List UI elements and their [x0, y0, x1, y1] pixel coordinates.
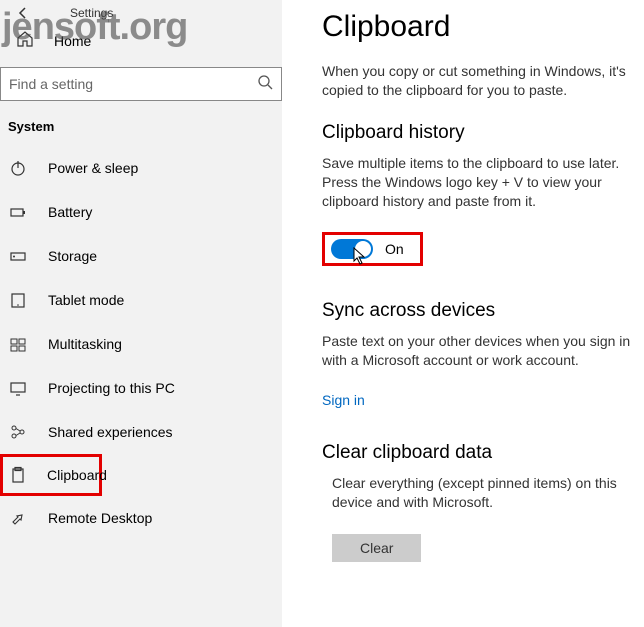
search-icon	[257, 74, 273, 95]
shared-icon	[8, 422, 28, 442]
home-label: Home	[54, 33, 91, 49]
history-desc: Save multiple items to the clipboard to …	[322, 154, 644, 211]
search-input[interactable]	[9, 76, 257, 92]
home-icon	[16, 30, 34, 51]
projecting-icon	[8, 378, 28, 398]
sidebar-item-label: Tablet mode	[48, 292, 124, 308]
clear-button[interactable]: Clear	[332, 534, 421, 562]
back-icon[interactable]	[16, 6, 34, 20]
sidebar-item-label: Remote Desktop	[48, 510, 152, 526]
history-toggle[interactable]	[331, 239, 373, 259]
sidebar-item-remote[interactable]: Remote Desktop	[0, 496, 282, 540]
clear-heading: Clear clipboard data	[322, 442, 644, 464]
sidebar-item-shared[interactable]: Shared experiences	[0, 410, 282, 454]
history-heading: Clipboard history	[322, 122, 644, 144]
history-toggle-wrap: On	[322, 232, 423, 266]
battery-icon	[8, 202, 28, 222]
main-content: Clipboard When you copy or cut something…	[282, 0, 644, 627]
group-header-system: System	[0, 101, 282, 146]
sync-heading: Sync across devices	[322, 300, 644, 322]
sidebar-item-storage[interactable]: Storage	[0, 234, 282, 278]
sidebar-item-label: Multitasking	[48, 336, 122, 352]
home-row[interactable]: Home	[0, 20, 282, 63]
tablet-icon	[8, 290, 28, 310]
clear-desc: Clear everything (except pinned items) o…	[322, 474, 644, 512]
sidebar-item-label: Storage	[48, 248, 97, 264]
sidebar-item-label: Projecting to this PC	[48, 380, 175, 396]
multitasking-icon	[8, 334, 28, 354]
sidebar-item-projecting[interactable]: Projecting to this PC	[0, 366, 282, 410]
sidebar-item-label: Power & sleep	[48, 160, 138, 176]
page-intro: When you copy or cut something in Window…	[322, 62, 644, 100]
sidebar-item-tablet[interactable]: Tablet mode	[0, 278, 282, 322]
sidebar-item-label: Battery	[48, 204, 92, 220]
sync-desc: Paste text on your other devices when yo…	[322, 332, 644, 370]
sidebar-item-multitasking[interactable]: Multitasking	[0, 322, 282, 366]
storage-icon	[8, 246, 28, 266]
power-icon	[8, 158, 28, 178]
remote-icon	[8, 508, 28, 528]
sidebar-item-battery[interactable]: Battery	[0, 190, 282, 234]
sidebar-item-clipboard[interactable]: Clipboard	[0, 454, 102, 496]
sidebar-item-power[interactable]: Power & sleep	[0, 146, 282, 190]
sidebar-item-label: Shared experiences	[48, 424, 173, 440]
sidebar: Settings Home System Power & sleep	[0, 0, 282, 627]
page-title: Clipboard	[322, 10, 644, 44]
settings-label: Settings	[70, 6, 113, 20]
sidebar-item-label: Clipboard	[47, 467, 107, 483]
history-toggle-label: On	[385, 241, 404, 257]
clipboard-icon	[9, 465, 27, 485]
search-box[interactable]	[0, 67, 282, 101]
sign-in-link[interactable]: Sign in	[322, 392, 365, 408]
